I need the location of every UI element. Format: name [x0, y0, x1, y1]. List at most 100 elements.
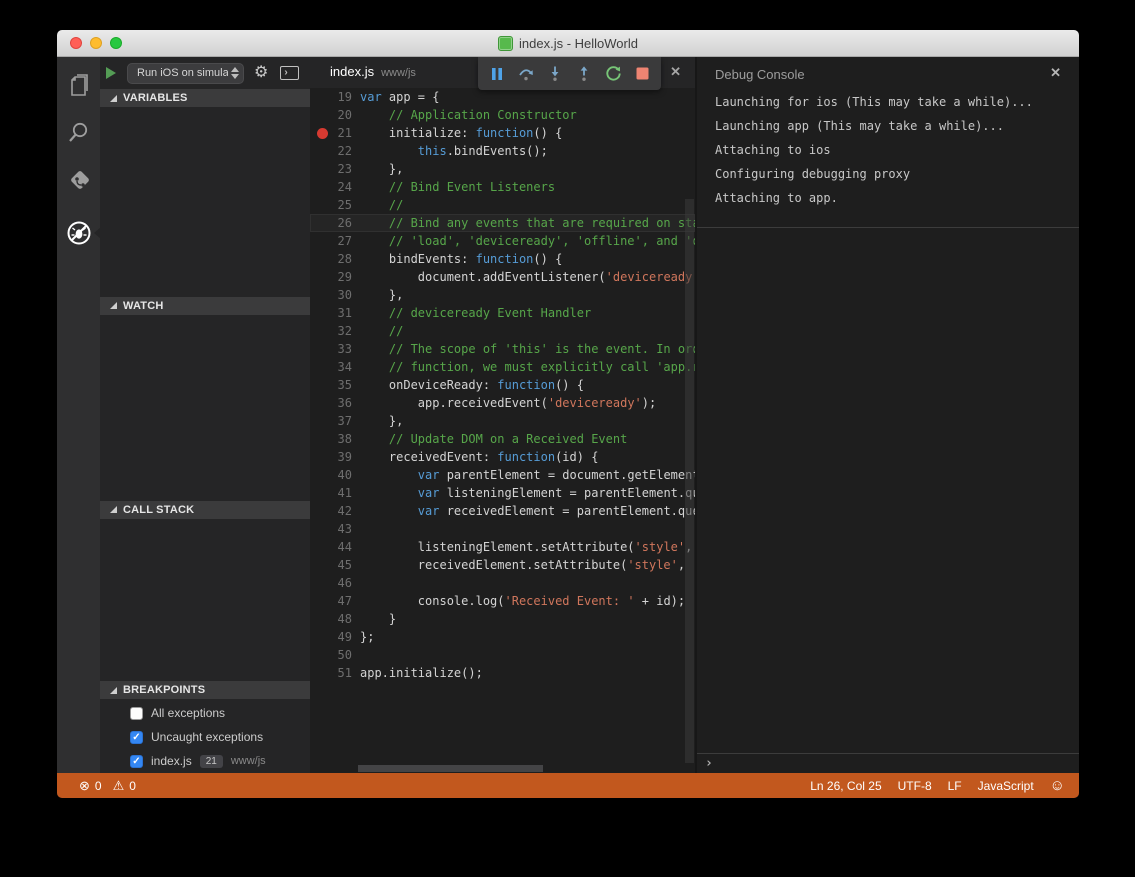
code-line-31[interactable]: 31 // deviceready Event Handler: [310, 304, 695, 322]
code-line-50[interactable]: 50: [310, 646, 695, 664]
code-line-20[interactable]: 20 // Application Constructor: [310, 106, 695, 124]
warnings-count[interactable]: 0: [129, 779, 136, 793]
close-editor-button[interactable]: ✕: [670, 64, 681, 80]
code-line-21[interactable]: 21 initialize: function() {: [310, 124, 695, 142]
code-line-42[interactable]: 42 var receivedElement = parentElement.q…: [310, 502, 695, 520]
code-line-19[interactable]: 19var app = {: [310, 88, 695, 106]
line-number[interactable]: 31: [310, 304, 352, 322]
code-line-38[interactable]: 38 // Update DOM on a Received Event: [310, 430, 695, 448]
line-number[interactable]: 40: [310, 466, 352, 484]
line-number[interactable]: 37: [310, 412, 352, 430]
tab-index-js[interactable]: index.jswww/js: [330, 64, 416, 79]
feedback-smiley-icon[interactable]: ☺: [1050, 778, 1065, 793]
code-line-35[interactable]: 35 onDeviceReady: function() {: [310, 376, 695, 394]
line-number[interactable]: 26: [310, 214, 352, 232]
code-line-22[interactable]: 22 this.bindEvents();: [310, 142, 695, 160]
line-number[interactable]: 46: [310, 574, 352, 592]
code-line-37[interactable]: 37 },: [310, 412, 695, 430]
code-line-33[interactable]: 33 // The scope of 'this' is the event. …: [310, 340, 695, 358]
eol-indicator[interactable]: LF: [948, 779, 962, 793]
debug-config-dropdown[interactable]: Run iOS on simula: [127, 63, 244, 84]
open-console-button[interactable]: ›: [280, 66, 299, 80]
code-line-39[interactable]: 39 receivedEvent: function(id) {: [310, 448, 695, 466]
cursor-position[interactable]: Ln 26, Col 25: [810, 779, 881, 793]
line-number[interactable]: 49: [310, 628, 352, 646]
line-number[interactable]: 51: [310, 664, 352, 682]
line-number[interactable]: 45: [310, 556, 352, 574]
breakpoint-item[interactable]: All exceptions: [100, 701, 310, 725]
line-number[interactable]: 23: [310, 160, 352, 178]
restart-button[interactable]: [603, 64, 623, 84]
code-line-32[interactable]: 32 //: [310, 322, 695, 340]
repl-input-row[interactable]: ›: [697, 753, 1079, 773]
start-debug-button[interactable]: [106, 67, 116, 79]
line-number[interactable]: 39: [310, 448, 352, 466]
code-line-45[interactable]: 45 receivedElement.setAttribute('style',: [310, 556, 695, 574]
code-line-41[interactable]: 41 var listeningElement = parentElement.…: [310, 484, 695, 502]
code-line-23[interactable]: 23 },: [310, 160, 695, 178]
variables-section-header[interactable]: VARIABLES: [100, 89, 310, 107]
line-number[interactable]: 30: [310, 286, 352, 304]
line-number[interactable]: 19: [310, 88, 352, 106]
line-number[interactable]: 41: [310, 484, 352, 502]
line-number[interactable]: 32: [310, 322, 352, 340]
code-line-40[interactable]: 40 var parentElement = document.getEleme…: [310, 466, 695, 484]
language-mode[interactable]: JavaScript: [978, 779, 1034, 793]
line-number[interactable]: 29: [310, 268, 352, 286]
line-number[interactable]: 20: [310, 106, 352, 124]
line-number[interactable]: 27: [310, 232, 352, 250]
line-number[interactable]: 43: [310, 520, 352, 538]
line-number[interactable]: 50: [310, 646, 352, 664]
code-line-51[interactable]: 51app.initialize();: [310, 664, 695, 682]
line-number[interactable]: 47: [310, 592, 352, 610]
vertical-scrollbar[interactable]: [685, 199, 694, 763]
code-line-48[interactable]: 48 }: [310, 610, 695, 628]
line-number[interactable]: 48: [310, 610, 352, 628]
configure-gear-button[interactable]: ⚙: [254, 65, 268, 81]
line-number[interactable]: 42: [310, 502, 352, 520]
code-line-36[interactable]: 36 app.receivedEvent('deviceready');: [310, 394, 695, 412]
line-number[interactable]: 28: [310, 250, 352, 268]
horizontal-scrollbar[interactable]: [358, 765, 543, 772]
pause-button[interactable]: [487, 64, 507, 84]
breakpoint-item[interactable]: ✓Uncaught exceptions: [100, 725, 310, 749]
breakpoints-section-header[interactable]: BREAKPOINTS: [100, 681, 310, 699]
line-number[interactable]: 33: [310, 340, 352, 358]
call-stack-section-header[interactable]: CALL STACK: [100, 501, 310, 519]
line-number[interactable]: 21: [310, 124, 352, 142]
code-line-46[interactable]: 46: [310, 574, 695, 592]
step-over-button[interactable]: [516, 64, 536, 84]
line-number[interactable]: 38: [310, 430, 352, 448]
code-line-29[interactable]: 29 document.addEventListener('deviceread…: [310, 268, 695, 286]
checkbox-checked[interactable]: ✓: [130, 731, 143, 744]
line-number[interactable]: 35: [310, 376, 352, 394]
code-line-43[interactable]: 43: [310, 520, 695, 538]
code-line-30[interactable]: 30 },: [310, 286, 695, 304]
sidebar-item-explorer[interactable]: [57, 65, 100, 109]
encoding[interactable]: UTF-8: [898, 779, 932, 793]
step-out-button[interactable]: [574, 64, 594, 84]
stop-button[interactable]: [632, 64, 652, 84]
code-line-27[interactable]: 27 // 'load', 'deviceready', 'offline', …: [310, 232, 695, 250]
code-line-47[interactable]: 47 console.log('Received Event: ' + id);: [310, 592, 695, 610]
code-area[interactable]: 19var app = {20 // Application Construct…: [310, 88, 695, 773]
line-number[interactable]: 25: [310, 196, 352, 214]
checkbox-unchecked[interactable]: [130, 707, 143, 720]
watch-section-header[interactable]: WATCH: [100, 297, 310, 315]
errors-count[interactable]: 0: [95, 779, 102, 793]
code-line-49[interactable]: 49};: [310, 628, 695, 646]
line-number[interactable]: 24: [310, 178, 352, 196]
checkbox-checked[interactable]: ✓: [130, 755, 143, 768]
sidebar-item-search[interactable]: [57, 111, 100, 155]
line-number[interactable]: 22: [310, 142, 352, 160]
code-line-44[interactable]: 44 listeningElement.setAttribute('style'…: [310, 538, 695, 556]
code-line-25[interactable]: 25 //: [310, 196, 695, 214]
line-number[interactable]: 34: [310, 358, 352, 376]
code-line-28[interactable]: 28 bindEvents: function() {: [310, 250, 695, 268]
code-line-34[interactable]: 34 // function, we must explicitly call …: [310, 358, 695, 376]
line-number[interactable]: 36: [310, 394, 352, 412]
sidebar-item-git[interactable]: [57, 161, 100, 205]
close-panel-button[interactable]: ✕: [1050, 65, 1061, 81]
breakpoint-item[interactable]: ✓index.js21www/js: [100, 749, 310, 773]
line-number[interactable]: 44: [310, 538, 352, 556]
